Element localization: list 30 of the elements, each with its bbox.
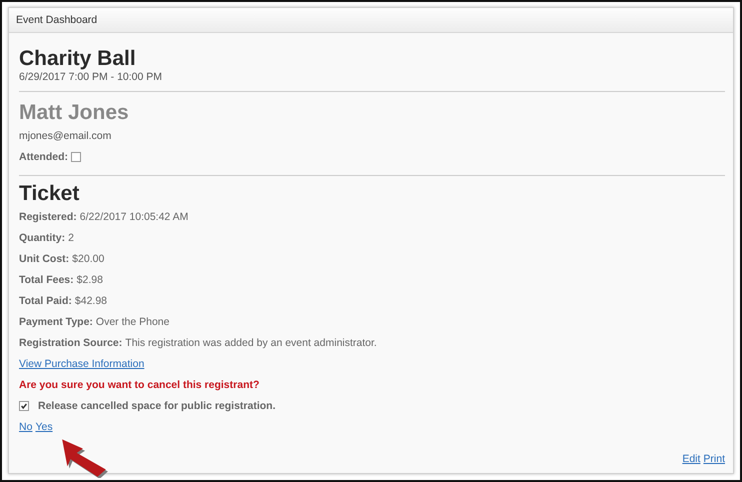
field-label: Unit Cost: bbox=[19, 252, 70, 264]
attendee-email: mjones@email.com bbox=[19, 128, 112, 144]
attendee-name: Matt Jones bbox=[19, 101, 129, 125]
field-label: Registered: bbox=[19, 210, 77, 222]
footer-link[interactable]: Edit bbox=[682, 453, 700, 465]
field-value: Over the Phone bbox=[96, 316, 170, 328]
checkbox[interactable] bbox=[71, 152, 81, 162]
checkbox[interactable] bbox=[19, 400, 29, 410]
purchase-link[interactable]: View Purchase Information bbox=[19, 358, 144, 370]
event-title: Charity Ball bbox=[19, 47, 136, 71]
ticket-heading: Ticket bbox=[19, 182, 80, 206]
yes-link[interactable]: Yes bbox=[35, 420, 53, 432]
event-time: 6/29/2017 7:00 PM - 10:00 PM bbox=[19, 71, 162, 83]
field-label: Payment Type: bbox=[19, 316, 93, 328]
field-value: 2 bbox=[68, 232, 74, 244]
field-label: Registration Source: bbox=[19, 336, 122, 348]
release-label: Release cancelled space for public registration. bbox=[38, 400, 276, 412]
footer-link[interactable]: Print bbox=[703, 453, 725, 465]
panel-title: Event Dashboard bbox=[16, 14, 98, 26]
field-value: $42.98 bbox=[74, 294, 108, 306]
field-label: Total Fees: bbox=[19, 274, 74, 286]
cancel-question: Are you sure you want to cancel this registrant? bbox=[19, 378, 260, 392]
field-value: $2.98 bbox=[76, 274, 103, 286]
field-value: $20.00 bbox=[72, 252, 104, 264]
field-label: Quantity: bbox=[19, 232, 66, 244]
no-link[interactable]: No bbox=[19, 420, 32, 432]
field-value: 6/22/2017 10:05:42 AM bbox=[80, 210, 188, 222]
field-value: This registration was added by an event administrator. bbox=[125, 336, 377, 348]
attended-label: Attended: bbox=[19, 150, 68, 162]
field-label: Total Paid: bbox=[19, 294, 72, 306]
